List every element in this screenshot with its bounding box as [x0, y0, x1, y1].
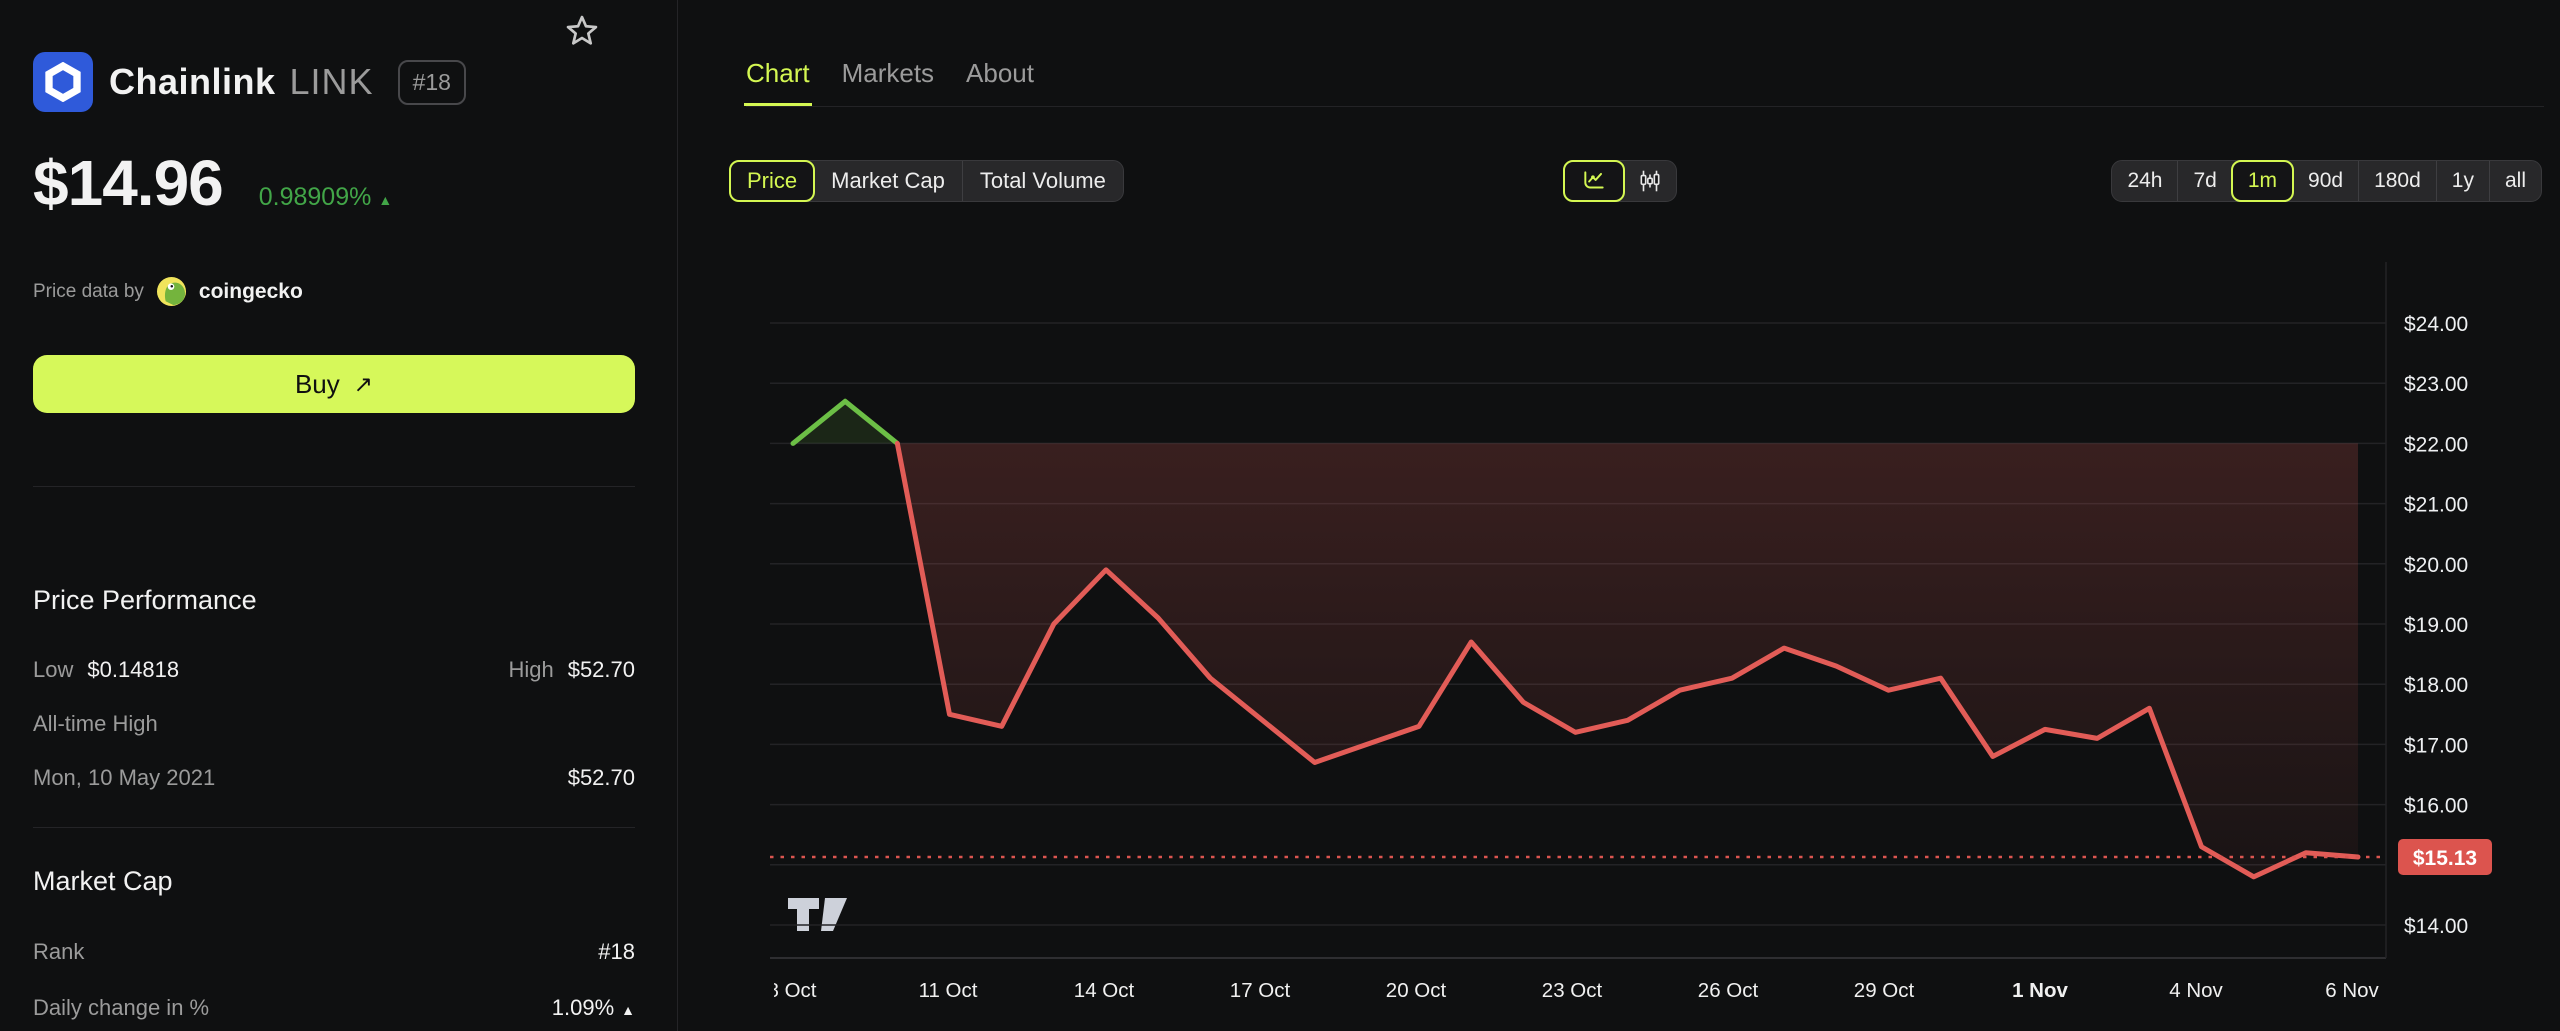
- arrow-up-right-icon: ↗: [354, 371, 373, 398]
- range-1m-button[interactable]: 1m: [2231, 160, 2294, 202]
- svg-text:$17.00: $17.00: [2404, 734, 2468, 757]
- series-totalvolume-button[interactable]: Total Volume: [962, 161, 1123, 201]
- series-price-button[interactable]: Price: [729, 160, 815, 202]
- rank-badge: #18: [398, 60, 466, 105]
- range-180d-button[interactable]: 180d: [2358, 161, 2436, 201]
- price-row: $14.96 0.98909%▲: [33, 146, 392, 220]
- svg-text:$21.00: $21.00: [2404, 494, 2468, 517]
- range-90d-button[interactable]: 90d: [2293, 161, 2358, 201]
- svg-text:26 Oct: 26 Oct: [1698, 979, 1759, 1002]
- svg-text:14 Oct: 14 Oct: [1074, 979, 1135, 1002]
- svg-text:$16.00: $16.00: [2404, 795, 2468, 818]
- line-chart-toggle-button[interactable]: [1563, 160, 1625, 202]
- tab-bar: Chart Markets About: [746, 0, 1034, 106]
- high-value: $52.70: [568, 657, 635, 683]
- svg-text:$23.00: $23.00: [2404, 373, 2468, 396]
- attribution-text: Price data by: [33, 281, 144, 303]
- divider: [33, 827, 635, 828]
- svg-text:20 Oct: 20 Oct: [1386, 979, 1447, 1002]
- candlestick-icon: [1637, 168, 1663, 194]
- ath-date: Mon, 10 May 2021: [33, 765, 215, 791]
- buy-button-label: Buy: [295, 369, 340, 400]
- coingecko-brand: coingecko: [199, 280, 303, 304]
- rank-row: Rank #18: [33, 939, 635, 965]
- coin-symbol: LINK: [290, 61, 374, 103]
- candlestick-toggle-button[interactable]: [1624, 161, 1676, 201]
- high-label: High: [508, 657, 553, 683]
- rank-value: #18: [598, 939, 635, 965]
- buy-button[interactable]: Buy ↗: [33, 355, 635, 413]
- ath-date-row: Mon, 10 May 2021 $52.70: [33, 765, 635, 791]
- svg-text:17 Oct: 17 Oct: [1230, 979, 1291, 1002]
- ath-value: $52.70: [568, 765, 635, 791]
- coingecko-attribution[interactable]: Price data by coingecko: [33, 276, 303, 307]
- market-cap-title: Market Cap: [33, 866, 173, 897]
- tab-bar-border: [746, 106, 2544, 107]
- low-value: $0.14818: [87, 657, 179, 683]
- daily-change-row: Daily change in % 1.09%▲: [33, 995, 635, 1021]
- star-icon: [563, 12, 601, 50]
- ath-row: All-time High: [33, 711, 635, 737]
- chart-type-toggle: [1563, 160, 1677, 202]
- triangle-up-icon: ▲: [621, 1002, 635, 1018]
- coin-name: Chainlink: [109, 61, 276, 103]
- svg-text:1 Nov: 1 Nov: [2012, 979, 2068, 1002]
- main-panel: Chart Markets About Price Market Cap Tot…: [679, 0, 2560, 1031]
- svg-text:4 Nov: 4 Nov: [2169, 979, 2223, 1002]
- current-price: $14.96: [33, 146, 223, 220]
- svg-text:$24.00: $24.00: [2404, 313, 2468, 336]
- line-chart-icon: [1581, 168, 1607, 194]
- triangle-up-icon: ▲: [378, 192, 392, 208]
- tab-about[interactable]: About: [966, 58, 1034, 106]
- low-high-row: Low $0.14818 High $52.70: [33, 657, 635, 683]
- tab-chart[interactable]: Chart: [746, 58, 810, 106]
- hexagon-icon: [43, 62, 83, 102]
- svg-text:$18.00: $18.00: [2404, 674, 2468, 697]
- svg-text:$15.13: $15.13: [2413, 847, 2477, 870]
- svg-text:$19.00: $19.00: [2404, 614, 2468, 637]
- svg-text:11 Oct: 11 Oct: [919, 979, 978, 1002]
- series-marketcap-button[interactable]: Market Cap: [814, 161, 962, 201]
- range-1y-button[interactable]: 1y: [2436, 161, 2489, 201]
- svg-text:$14.00: $14.00: [2404, 915, 2468, 938]
- series-toggle: Price Market Cap Total Volume: [729, 160, 1124, 202]
- price-performance-title: Price Performance: [33, 585, 257, 616]
- ath-label: All-time High: [33, 711, 158, 737]
- svg-text:$20.00: $20.00: [2404, 554, 2468, 577]
- divider: [33, 486, 635, 487]
- tab-markets[interactable]: Markets: [842, 58, 934, 106]
- svg-text:$22.00: $22.00: [2404, 433, 2468, 456]
- coin-header: Chainlink LINK #18: [33, 52, 466, 112]
- range-24h-button[interactable]: 24h: [2112, 161, 2177, 201]
- range-all-button[interactable]: all: [2489, 161, 2541, 201]
- daily-change-label: Daily change in %: [33, 995, 209, 1021]
- svg-text:23 Oct: 23 Oct: [1542, 979, 1603, 1002]
- svg-text:8 Oct: 8 Oct: [768, 979, 817, 1002]
- daily-change-value: 1.09%▲: [552, 995, 635, 1021]
- svg-text:6 Nov: 6 Nov: [2325, 979, 2379, 1002]
- price-chart-canvas[interactable]: $24.00 $23.00 $22.00 $21.00 $20.00 $19.00 $18.…: [679, 220, 2560, 1031]
- time-range-toggle: 24h 7d 1m 90d 180d 1y all: [2111, 160, 2542, 202]
- range-7d-button[interactable]: 7d: [2177, 161, 2231, 201]
- coingecko-icon: [156, 276, 187, 307]
- rank-label: Rank: [33, 939, 84, 965]
- low-label: Low: [33, 657, 73, 683]
- sidebar: Chainlink LINK #18 $14.96 0.98909%▲ Pric…: [0, 0, 678, 1031]
- svg-text:29 Oct: 29 Oct: [1854, 979, 1915, 1002]
- favorite-star-button[interactable]: [563, 12, 601, 53]
- chainlink-logo: [33, 52, 93, 112]
- tradingview-logo[interactable]: [788, 898, 847, 931]
- price-change-24h: 0.98909%▲: [259, 183, 392, 212]
